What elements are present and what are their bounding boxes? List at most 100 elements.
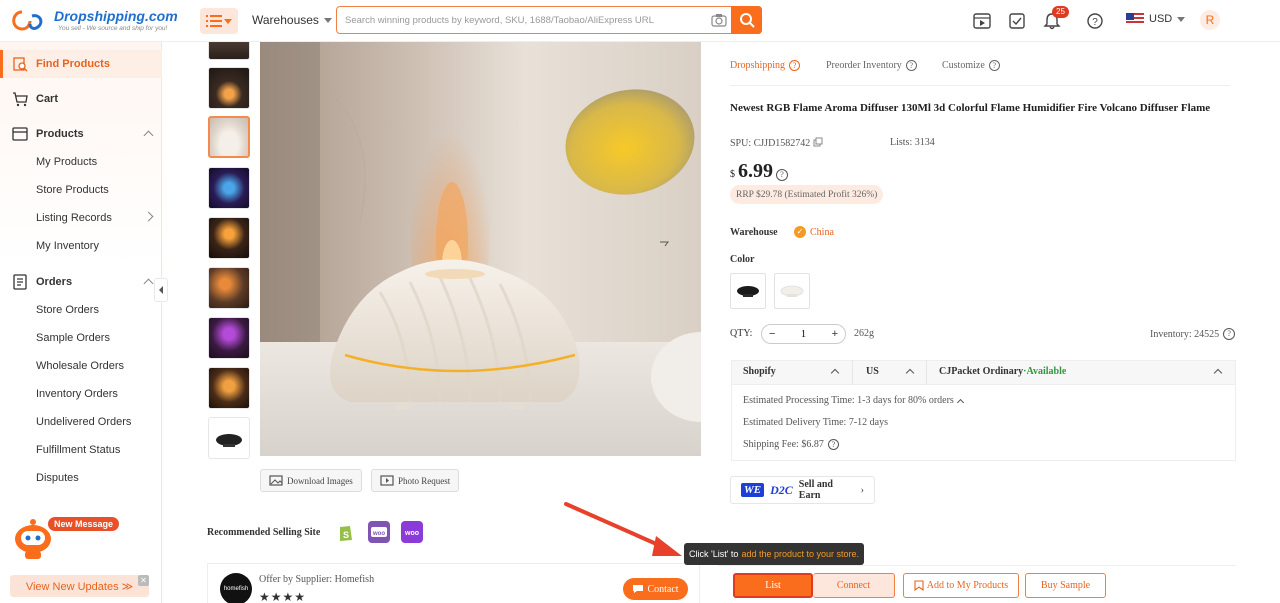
product-thumbnail[interactable] — [208, 217, 250, 259]
buy-sample-button[interactable]: Buy Sample — [1025, 573, 1106, 598]
currency-selector[interactable]: USD — [1126, 13, 1186, 25]
flame-diffuser-photo — [260, 42, 701, 456]
estimated-delivery-time: Estimated Delivery Time: 7-12 days — [743, 417, 888, 428]
increment-button[interactable]: + — [832, 328, 838, 340]
tab-divider — [730, 85, 1230, 86]
chevron-up-icon — [143, 130, 154, 141]
tooltip-text: Click 'List' to — [688, 549, 739, 559]
list-tooltip: Click 'List' to add the product to your … — [684, 543, 864, 565]
brand-slogan: You sell - We source and ship for you! — [58, 25, 168, 32]
task-check-icon[interactable] — [1007, 11, 1027, 31]
add-to-my-products-button[interactable]: Add to My Products — [903, 573, 1019, 598]
shopify-icon[interactable]: S — [335, 521, 357, 543]
search-button[interactable] — [731, 6, 762, 34]
brand-name: Dropshipping.com — [54, 8, 178, 24]
color-swatch-white[interactable] — [774, 273, 810, 309]
sidebar-item-listing-records[interactable]: Listing Records — [0, 204, 162, 232]
black-diffuser-thumbnail-icon — [216, 434, 242, 447]
sidebar-item-products[interactable]: Products — [0, 120, 162, 148]
color-swatch-black[interactable] — [730, 273, 766, 309]
supplier-name: Offer by Supplier: Homefish — [259, 574, 375, 585]
product-thumbnail[interactable] — [208, 42, 250, 60]
sidebar-item-label: Orders — [36, 276, 73, 288]
contact-supplier-button[interactable]: Contact — [623, 578, 688, 600]
sidebar-item-store-products[interactable]: Store Products — [0, 176, 162, 204]
sidebar-item-cart[interactable]: Cart — [0, 85, 162, 113]
product-thumbnail[interactable] — [208, 367, 250, 409]
sidebar-item-inventory-orders[interactable]: Inventory Orders — [0, 380, 162, 408]
sidebar-item-sample-orders[interactable]: Sample Orders — [0, 324, 162, 352]
sidebar-item-label: Inventory Orders — [36, 388, 118, 400]
avatar[interactable]: R — [1200, 10, 1220, 30]
sidebar-item-undelivered-orders[interactable]: Undelivered Orders — [0, 408, 162, 436]
sidebar-item-store-orders[interactable]: Store Orders — [0, 296, 162, 324]
tab-label: Preorder Inventory — [826, 60, 902, 71]
decrement-button[interactable]: − — [769, 328, 775, 340]
view-new-updates-button[interactable]: View New Updates ≫ — [10, 575, 149, 597]
product-thumbnail[interactable] — [208, 317, 250, 359]
sidebar-item-label: Sample Orders — [36, 332, 110, 344]
search-input[interactable] — [337, 7, 707, 33]
sidebar-item-wholesale-orders[interactable]: Wholesale Orders — [0, 352, 162, 380]
tab-label: Dropshipping — [730, 60, 785, 71]
svg-text:woo: woo — [372, 531, 385, 537]
quantity-stepper: − + — [761, 324, 846, 344]
photo-request-button[interactable]: Photo Request — [371, 469, 460, 492]
logo[interactable]: Dropshipping.com You sell - We source an… — [8, 6, 178, 36]
connect-button[interactable]: Connect — [813, 573, 895, 598]
tab-label: Customize — [942, 60, 985, 71]
shipping-fee-text: Shipping Fee: $6.87 — [743, 439, 824, 450]
product-main-image[interactable] — [260, 42, 701, 456]
product-thumbnail[interactable] — [208, 116, 250, 158]
help-icon[interactable]: ? — [1086, 11, 1106, 31]
category-menu-button[interactable] — [200, 8, 238, 34]
camera-icon[interactable] — [711, 13, 727, 27]
divider — [926, 360, 927, 385]
sidebar-item-disputes[interactable]: Disputes — [0, 464, 162, 492]
sell-and-earn-label: Sell and Earn — [798, 479, 833, 501]
product-spu: SPU: CJJD1582742 — [730, 137, 823, 149]
search-icon — [739, 13, 755, 28]
divider — [852, 360, 853, 385]
tab-preorder-inventory[interactable]: Preorder Inventory ? — [826, 60, 917, 71]
download-images-button[interactable]: Download Images — [260, 469, 362, 492]
list-button[interactable]: List — [733, 573, 813, 598]
product-thumbnail[interactable] — [208, 67, 250, 109]
warehouse-option-china[interactable]: ✓ China — [794, 226, 834, 238]
photo-request-label: Photo Request — [398, 475, 451, 486]
sidebar-item-find-products[interactable]: Find Products — [0, 50, 162, 78]
help-icon[interactable]: ? — [827, 439, 839, 450]
tab-customize[interactable]: Customize ? — [942, 60, 1000, 71]
sidebar-item-my-inventory[interactable]: My Inventory — [0, 232, 162, 260]
sidebar-collapse-button[interactable] — [154, 278, 168, 302]
svg-text:S: S — [343, 530, 349, 540]
warehouses-dropdown[interactable]: Warehouses — [252, 13, 332, 27]
help-icon[interactable]: ? — [776, 169, 788, 181]
shipping-platform-select[interactable]: Shopify — [743, 366, 776, 377]
product-thumbnail[interactable] — [208, 417, 250, 459]
supplier-logo[interactable]: homefish — [220, 573, 252, 603]
we-d2c-sell-and-earn[interactable]: WE D2C Sell and Earn › — [730, 476, 875, 504]
product-thumbnail[interactable] — [208, 167, 250, 209]
sidebar-item-my-products[interactable]: My Products — [0, 148, 162, 176]
shipping-country-select[interactable]: US — [866, 366, 879, 377]
sidebar-item-label: My Products — [36, 156, 98, 168]
notification-badge: 25 — [1052, 6, 1069, 18]
sidebar-item-orders[interactable]: Orders — [0, 268, 162, 296]
tab-dropshipping[interactable]: Dropshipping ? — [730, 60, 800, 71]
chevron-up-icon[interactable] — [956, 398, 964, 406]
quantity-input[interactable] — [788, 328, 819, 340]
woocommerce-icon[interactable]: woo — [368, 521, 390, 543]
copy-icon[interactable] — [813, 137, 823, 147]
processing-text: Estimated Processing Time: 1-3 days for … — [743, 395, 954, 406]
list-menu-icon — [206, 15, 222, 27]
wix-icon[interactable]: woo — [401, 521, 423, 543]
new-message-badge[interactable]: New Message — [48, 517, 120, 531]
chevron-down-icon — [224, 18, 232, 24]
help-icon[interactable]: ? — [1223, 328, 1236, 340]
close-icon[interactable]: ✕ — [138, 575, 149, 586]
shipping-method-select[interactable]: CJPacket Ordinary·Available — [939, 366, 1066, 377]
sidebar-item-fulfillment-status[interactable]: Fulfillment Status — [0, 436, 162, 464]
product-thumbnail[interactable] — [208, 267, 250, 309]
video-icon[interactable] — [972, 11, 992, 31]
